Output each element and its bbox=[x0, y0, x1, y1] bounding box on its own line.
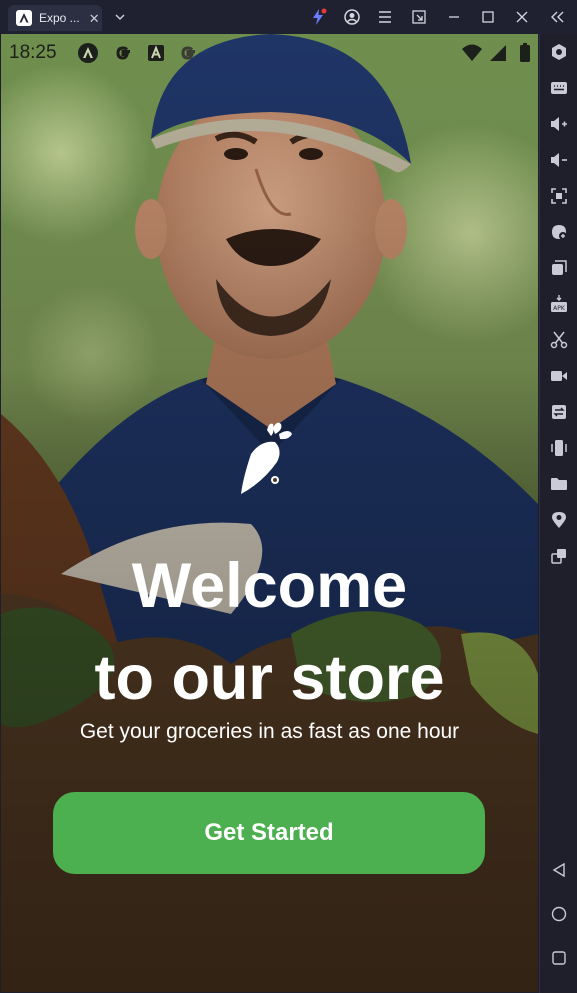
headline-line-2: to our store bbox=[94, 643, 445, 713]
maximize-icon[interactable] bbox=[479, 8, 497, 26]
resize-icon[interactable] bbox=[549, 546, 569, 566]
tab-title: Expo ... bbox=[39, 11, 80, 25]
cellular-signal-icon bbox=[487, 42, 509, 64]
status-time: 18:25 bbox=[9, 42, 57, 63]
subtitle-text: Get your groceries in as fast as one hou… bbox=[79, 720, 460, 743]
app-notification-icon bbox=[77, 42, 99, 64]
account-icon[interactable] bbox=[343, 8, 361, 26]
svg-text:APK: APK bbox=[553, 305, 566, 312]
emulator-titlebar: Expo ... ✕ bbox=[0, 0, 577, 34]
status-bar: 18:25 bbox=[1, 34, 538, 72]
phone-screen: 18:25 Welcome to our store Get your groc… bbox=[1, 34, 538, 992]
back-icon[interactable] bbox=[549, 860, 569, 880]
hexagon-icon[interactable] bbox=[549, 42, 569, 62]
headline-line-1: Welcome bbox=[131, 551, 408, 621]
home-icon[interactable] bbox=[549, 904, 569, 924]
get-started-button[interactable]: Get Started bbox=[53, 792, 485, 874]
record-video-icon[interactable] bbox=[549, 366, 569, 386]
menu-icon[interactable] bbox=[376, 8, 394, 26]
apk-install-icon[interactable]: APK bbox=[549, 294, 569, 314]
wifi-icon bbox=[461, 42, 483, 64]
window-mode-icon[interactable] bbox=[410, 8, 428, 26]
lightning-icon[interactable] bbox=[309, 8, 327, 26]
location-icon[interactable] bbox=[549, 510, 569, 530]
emulator-side-toolbar: APK bbox=[539, 34, 577, 993]
sync-icon[interactable] bbox=[549, 402, 569, 422]
google-icon bbox=[112, 42, 134, 64]
carrot-logo-icon bbox=[237, 420, 293, 496]
folder-icon[interactable] bbox=[549, 474, 569, 494]
recents-icon[interactable] bbox=[549, 948, 569, 968]
volume-down-icon[interactable] bbox=[549, 150, 569, 170]
multi-window-icon[interactable] bbox=[549, 258, 569, 278]
google-icon-2 bbox=[177, 42, 199, 64]
chevron-down-icon[interactable] bbox=[112, 9, 128, 25]
tab-close-icon[interactable]: ✕ bbox=[89, 12, 100, 25]
collapse-sidebar-icon[interactable] bbox=[548, 8, 566, 26]
close-window-icon[interactable] bbox=[513, 8, 531, 26]
welcome-headline: Welcome to our store bbox=[1, 540, 538, 724]
battery-icon bbox=[514, 42, 536, 64]
rotate-icon[interactable] bbox=[549, 222, 569, 242]
font-notification-icon bbox=[145, 42, 167, 64]
scissors-icon[interactable] bbox=[549, 330, 569, 350]
keyboard-icon[interactable] bbox=[549, 78, 569, 98]
minimize-icon[interactable] bbox=[445, 8, 463, 26]
shake-icon[interactable] bbox=[549, 438, 569, 458]
expo-app-icon bbox=[16, 10, 32, 26]
screenshot-icon[interactable] bbox=[549, 186, 569, 206]
app-tab[interactable]: Expo ... ✕ bbox=[8, 5, 102, 31]
volume-up-icon[interactable] bbox=[549, 114, 569, 134]
